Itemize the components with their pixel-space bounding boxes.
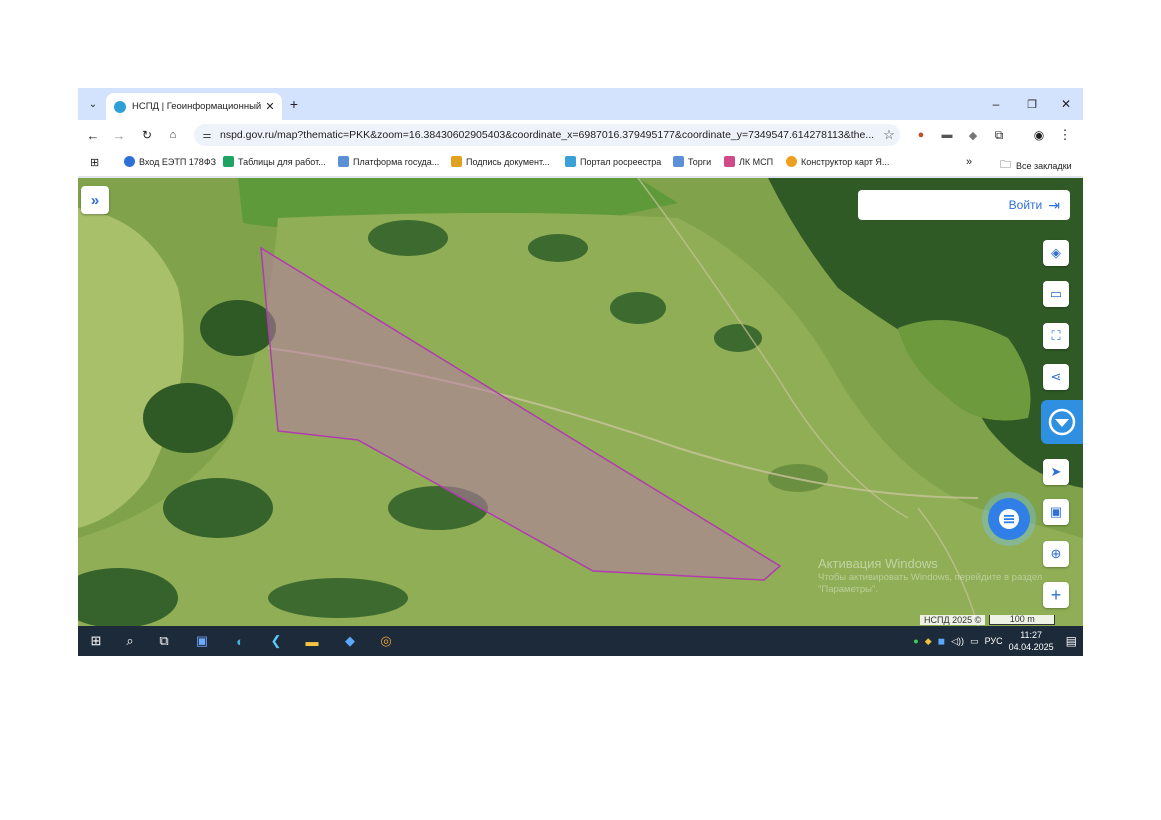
tab-search-button[interactable]: ⌄ <box>84 95 102 113</box>
forward-icon[interactable]: → <box>110 126 128 144</box>
browser-window: ⌄ НСПД | Геоинформационный ✕ + – ❐ ✕ ← →… <box>78 88 1083 656</box>
close-tab-icon[interactable]: ✕ <box>262 100 278 113</box>
map-copyright: НСПД 2025 © <box>920 615 986 625</box>
edge-icon[interactable]: ◐ <box>230 631 250 651</box>
network-icon[interactable]: ▭ <box>970 636 979 647</box>
chat-button[interactable] <box>988 498 1030 540</box>
bookmark-favicon-icon <box>724 156 735 167</box>
clock-date: 04.04.2025 <box>1008 642 1054 652</box>
reload-icon[interactable]: ↻ <box>138 126 156 144</box>
bookmarks-bar: ⊞ Вход ЕЭТП 178ФЗ Таблицы для работ... П… <box>78 150 1083 177</box>
bookmark-favicon-icon <box>124 156 135 167</box>
toolbar: ← → ↻ ⌂ ⚌ nspd.gov.ru/map?thematic=PKK&z… <box>78 120 1083 150</box>
geolocation-icon[interactable]: ➤ <box>1043 459 1069 485</box>
new-tab-button[interactable]: + <box>285 95 303 113</box>
map-scale: НСПД 2025 © 100 m <box>920 614 1056 626</box>
language-indicator[interactable]: РУС <box>985 636 1003 646</box>
search-location-icon[interactable]: ⊕ <box>1043 541 1069 567</box>
bookmark-star-icon[interactable]: ☆ <box>878 127 900 143</box>
expand-panel-button[interactable]: » <box>81 186 109 214</box>
area-select-icon[interactable]: ⛶ <box>1043 323 1069 349</box>
map-canvas[interactable]: » Войти ⇥ ◈ ▭ ⛶ ⋖ ➤ ▣ ⊕ + Активация Wind… <box>78 178 1083 626</box>
extension-icon[interactable]: ● <box>912 126 930 144</box>
home-icon[interactable]: ⌂ <box>164 126 182 144</box>
tab-strip: ⌄ НСПД | Геоинформационный ✕ + – ❐ ✕ <box>78 88 1083 120</box>
bookmark-item[interactable]: Вход ЕЭТП 178ФЗ <box>124 156 216 167</box>
tray-app-icon[interactable]: ● <box>913 636 918 646</box>
bookmark-item[interactable]: ЛК МСП <box>724 156 773 167</box>
folder-icon: 🗀 <box>1000 159 1011 171</box>
close-window-icon[interactable]: ✕ <box>1056 95 1076 113</box>
volume-icon[interactable]: ◁)) <box>951 636 964 647</box>
bookmark-favicon-icon <box>223 156 234 167</box>
windows-start-icon[interactable]: ⊞ <box>86 631 106 651</box>
search-icon[interactable]: ⌕ <box>120 631 140 651</box>
chat-icon <box>999 509 1019 529</box>
login-arrow-icon: ⇥ <box>1048 196 1060 213</box>
bookmark-item[interactable]: Конструктор карт Я... <box>786 156 889 167</box>
bookmark-favicon-icon <box>338 156 349 167</box>
back-icon[interactable]: ← <box>84 126 102 144</box>
active-tab[interactable]: НСПД | Геоинформационный ✕ <box>106 93 282 120</box>
scale-bar: 100 m <box>989 615 1056 625</box>
layers-icon[interactable]: ◈ <box>1043 240 1069 266</box>
task-view-icon[interactable]: ⧉ <box>154 631 174 651</box>
url-text: nspd.gov.ru/map?thematic=PKK&zoom=16.384… <box>220 129 875 141</box>
bookmark-favicon-icon <box>565 156 576 167</box>
extension-icon[interactable]: ▬ <box>938 126 956 144</box>
tray-app-icon[interactable]: ◆ <box>925 636 932 647</box>
file-explorer-icon[interactable]: ▬ <box>302 631 322 651</box>
bookmark-item[interactable]: Таблицы для работ... <box>223 156 326 167</box>
minimap-icon[interactable]: ▣ <box>1043 499 1069 525</box>
notifications-icon[interactable]: ▤ <box>1066 634 1077 648</box>
bookmark-favicon-icon <box>451 156 462 167</box>
bookmark-item[interactable]: Платформа госуда... <box>338 156 439 167</box>
tray-app-icon[interactable]: ◼ <box>938 636 945 647</box>
chrome-icon[interactable]: ◎ <box>376 631 396 651</box>
app-icon[interactable]: ◆ <box>340 631 360 651</box>
extension-icon[interactable]: ◆ <box>964 126 982 144</box>
bookmark-item[interactable]: Портал росреестра <box>565 156 661 167</box>
app-icon[interactable]: ❮ <box>266 631 286 651</box>
clock[interactable]: 11:27 04.04.2025 <box>1009 629 1054 653</box>
bookmark-item[interactable]: Торги <box>673 156 711 167</box>
site-favicon-icon <box>114 100 126 113</box>
login-button[interactable]: Войти ⇥ <box>858 190 1070 220</box>
menu-icon[interactable]: ⋮ <box>1056 126 1074 144</box>
windows-activation-title: Активация Windows <box>818 556 938 571</box>
bookmark-favicon-icon <box>786 156 797 167</box>
bookmarks-overflow-button[interactable]: » <box>966 156 972 168</box>
restore-icon[interactable]: ❐ <box>1022 95 1042 113</box>
ruler-icon[interactable]: ▭ <box>1043 281 1069 307</box>
bookmark-item[interactable]: Подпись документ... <box>451 156 550 167</box>
share-icon[interactable]: ⋖ <box>1043 364 1069 390</box>
system-tray: ● ◆ ◼ ◁)) ▭ РУС 11:27 04.04.2025 ▤ <box>913 626 1077 656</box>
floppy-app-icon[interactable]: ▣ <box>192 631 212 651</box>
login-label: Войти <box>1008 198 1043 212</box>
windows-activation-text: Чтобы активировать Windows, перейдите в … <box>818 572 1043 595</box>
address-bar[interactable]: ⚌ nspd.gov.ru/map?thematic=PKK&zoom=16.3… <box>194 124 900 146</box>
apps-grid-icon[interactable]: ⊞ <box>90 156 99 169</box>
windows-taskbar: ⊞ ⌕ ⧉ ▣ ◐ ❮ ▬ ◆ ◎ ● ◆ ◼ ◁)) ▭ РУС 11:27 … <box>78 626 1083 656</box>
extensions-puzzle-icon[interactable]: ⧉ <box>990 126 1008 144</box>
bookmark-favicon-icon <box>673 156 684 167</box>
all-bookmarks-button[interactable]: 🗀 Все закладки <box>1000 156 1072 175</box>
clock-time: 11:27 <box>1020 630 1043 640</box>
minimize-icon[interactable]: – <box>986 95 1006 113</box>
profile-icon[interactable]: ◉ <box>1030 126 1048 144</box>
site-info-icon[interactable]: ⚌ <box>194 130 220 141</box>
tab-title: НСПД | Геоинформационный <box>132 101 262 112</box>
nspd-logo-icon[interactable] <box>1041 400 1083 444</box>
